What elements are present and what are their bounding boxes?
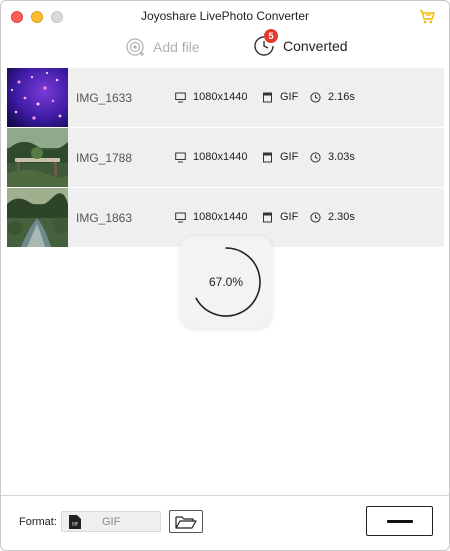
folder-icon (175, 515, 197, 529)
monitor-icon (175, 152, 186, 162)
duration-value: 3.03s (328, 151, 355, 163)
duration-value: 2.30s (328, 211, 355, 223)
resolution-value: 1080x1440 (193, 151, 248, 163)
format-value: GIF (280, 91, 299, 103)
toolbar: Add file 5 Converted (1, 29, 449, 67)
clock-icon (310, 91, 321, 103)
format-info: GIF (262, 211, 298, 223)
stop-conversion-button[interactable] (366, 506, 433, 536)
format-file-icon (263, 152, 272, 162)
format-select[interactable]: GIF GIF (61, 511, 161, 532)
zoom-window-button[interactable] (51, 11, 63, 23)
clock-icon (310, 211, 321, 223)
file-list: IMG_1633 1080x1440 GIF 2.16s IMG_1788 10… (7, 68, 444, 248)
progress-percentage: 67.0% (208, 275, 244, 289)
minimize-window-button[interactable] (31, 11, 43, 23)
resolution-info: 1080x1440 (175, 151, 247, 163)
format-file-icon (263, 92, 272, 102)
close-window-button[interactable] (11, 11, 23, 23)
monitor-icon (175, 212, 186, 222)
stop-icon (386, 519, 413, 523)
thumbnail-image (7, 128, 68, 187)
format-value: GIF (280, 151, 299, 163)
duration-value: 2.16s (328, 91, 355, 103)
format-label: Format: (19, 516, 57, 528)
file-name: IMG_1633 (76, 91, 133, 105)
thumbnail-image (7, 188, 68, 247)
resolution-info: 1080x1440 (175, 91, 247, 103)
resolution-info: 1080x1440 (175, 211, 247, 223)
converted-count-badge: 5 (264, 29, 278, 43)
svg-text:GIF: GIF (72, 522, 79, 527)
format-value: GIF (280, 211, 299, 223)
format-info: GIF (262, 151, 298, 163)
footer-bar: Format: GIF GIF (1, 495, 449, 550)
title-bar: Joyoshare LivePhoto Converter (1, 1, 449, 31)
open-folder-button[interactable] (169, 510, 203, 533)
format-info: GIF (262, 91, 298, 103)
file-row[interactable]: IMG_1788 1080x1440 GIF 3.03s (7, 128, 444, 188)
add-file-label: Add file (153, 39, 200, 55)
add-file-icon (126, 38, 144, 56)
resolution-value: 1080x1440 (193, 91, 248, 103)
window-title: Joyoshare LivePhoto Converter (140, 9, 310, 23)
format-file-icon (263, 212, 272, 222)
thumbnail-image (7, 68, 68, 127)
monitor-icon (175, 92, 186, 102)
duration-info: 2.16s (310, 91, 355, 103)
converted-history-icon: 5 (253, 29, 278, 57)
conversion-progress: 67.0% (180, 236, 272, 328)
window-controls (11, 11, 63, 23)
converted-label: Converted (283, 38, 348, 54)
format-select-value: GIF (102, 516, 121, 528)
converted-button[interactable]: 5 Converted (253, 29, 348, 57)
clock-icon (310, 151, 321, 163)
add-file-button[interactable]: Add file (125, 37, 200, 57)
app-window: Joyoshare LivePhoto Converter Add file 5… (0, 0, 450, 551)
shopping-cart-icon[interactable] (419, 10, 435, 24)
resolution-value: 1080x1440 (193, 211, 248, 223)
duration-info: 3.03s (310, 151, 355, 163)
file-name: IMG_1863 (76, 211, 133, 225)
duration-info: 2.30s (310, 211, 355, 223)
gif-file-icon: GIF (69, 515, 81, 529)
file-name: IMG_1788 (76, 151, 133, 165)
file-row[interactable]: IMG_1633 1080x1440 GIF 2.16s (7, 68, 444, 128)
